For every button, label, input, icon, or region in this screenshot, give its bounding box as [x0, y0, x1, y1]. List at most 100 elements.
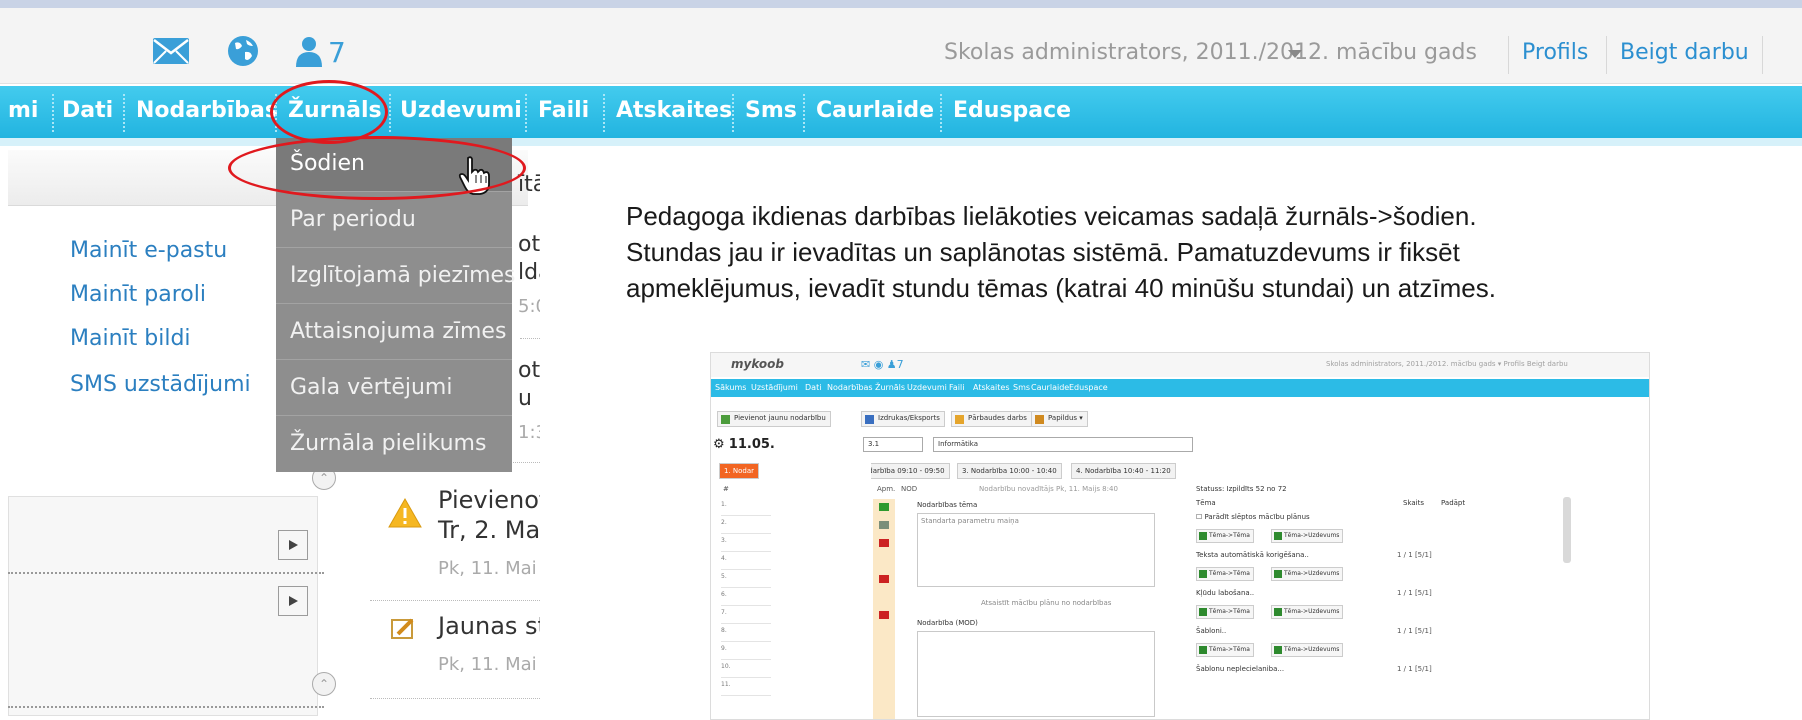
change-password-link[interactable]: Mainīt paroli	[70, 282, 206, 307]
description-line: Stundas jau ir ievadītas un saplānotas s…	[626, 237, 1460, 267]
mini-tema-button: Tēma->Tēma	[1196, 605, 1254, 619]
menu-item-label: Attaisnojuma zīmes	[290, 319, 507, 344]
mini-mark	[879, 503, 889, 511]
menu-item-label: Par periodu	[290, 207, 416, 232]
mini-topic-row: Kļūdu labošana..	[1196, 589, 1255, 597]
menu-item-final-grades[interactable]: Gala vērtējumi	[276, 362, 512, 416]
mini-right-header: Skaits	[1403, 499, 1424, 507]
nav-item-dati[interactable]: Dati	[62, 98, 113, 123]
nav-separator	[803, 94, 805, 132]
play-icon[interactable]	[278, 586, 308, 616]
top-bar: 7 Skolas administrators, 2011./2012. māc…	[0, 8, 1802, 84]
mini-tema-button: Tēma->Uzdevums	[1271, 605, 1344, 619]
description-line: Pedagoga ikdienas darbības lielākoties v…	[626, 201, 1477, 231]
mini-tema-button: Tēma->Uzdevums	[1271, 643, 1344, 657]
collapse-icon[interactable]: ⌃	[312, 672, 336, 696]
mini-mark	[879, 521, 889, 529]
mini-nav-item: Uzstādījumi	[751, 383, 798, 392]
notification-fragment: u C	[518, 386, 540, 411]
mini-plan-link: Atsaistīt mācību plānu no nodarbības	[981, 599, 1112, 607]
mini-topic-box: Standarta parametru maiņa	[917, 513, 1155, 587]
notification-title[interactable]: Pievienot	[438, 486, 540, 514]
user-count-badge[interactable]: 7	[328, 36, 346, 69]
profile-link[interactable]: Profils	[1522, 40, 1588, 65]
nav-item-faili[interactable]: Faili	[538, 98, 589, 123]
mini-nav-item: Sākums	[715, 383, 747, 392]
mini-tema-button: Tēma->Tēma	[1196, 567, 1254, 581]
notification-fragment: ot	[518, 358, 540, 383]
mini-topic-row: Šabloni..	[1196, 627, 1227, 635]
menu-item-student-notes[interactable]: Izglītojamā piezīmes	[276, 250, 516, 304]
mini-right-header: Padāpt	[1441, 499, 1466, 507]
notification-fragment: ot	[518, 232, 540, 257]
nav-item-atskaites[interactable]: Atskaites	[616, 98, 732, 123]
nav-item-sms[interactable]: Sms	[745, 98, 797, 123]
mini-col-header: #	[723, 485, 729, 493]
nav-separator	[732, 94, 734, 132]
nav-item-caurlaide[interactable]: Caurlaide	[816, 98, 934, 123]
mini-nav-item: Caurlaide	[1031, 383, 1070, 392]
mini-test-button: Pārbaudes darbs	[951, 411, 1032, 427]
mini-topic-count: 1 / 1 [5/1]	[1397, 551, 1432, 559]
highlight-ellipse-sodien	[228, 136, 526, 200]
account-role-text[interactable]: Skolas administrators, 2011./2012. mācīb…	[944, 40, 1477, 65]
menu-item-label: Žurnāla pielikums	[290, 431, 487, 456]
mini-col-header: Apm.	[877, 485, 896, 493]
mini-topic-row: Teksta automātiskā korigēšana..	[1196, 551, 1309, 559]
sms-settings-link[interactable]: SMS uzstādījumi	[70, 372, 251, 397]
change-photo-link[interactable]: Mainīt bildi	[70, 326, 191, 351]
divider	[520, 338, 540, 339]
notification-fragment: lda	[518, 260, 540, 285]
mini-tema-button: Tēma->Uzdevums	[1271, 529, 1344, 543]
nav-item-nodarbibas[interactable]: Nodarbības	[136, 98, 278, 123]
mini-lesson-owner: Nodarbību novadītājs Pk, 11. Maijs 8:40	[979, 485, 1118, 493]
user-icon[interactable]	[294, 34, 326, 68]
notification-date: Pk, 11. Mai	[438, 654, 537, 675]
nav-item-uzdevumi[interactable]: Uzdevumi	[400, 98, 522, 123]
mini-nav-item: Dati	[805, 383, 822, 392]
nav-separator	[940, 94, 942, 132]
nav-item-truncated[interactable]: mi	[8, 98, 38, 123]
description-line: apmeklējumus, ievadīt stundu tēmas (katr…	[626, 273, 1496, 303]
mini-nav-item: Sms	[1013, 383, 1031, 392]
notification-date: Pk, 11. Mai	[438, 558, 537, 579]
mini-hw-label: Nodarbība (MOD)	[917, 619, 978, 627]
menu-item-journal-appendix[interactable]: Žurnāla pielikums	[276, 418, 512, 472]
chevron-down-icon[interactable]	[1288, 50, 1302, 58]
mini-show-hidden: ☐ Parādīt slēptos mācību plānus	[1196, 513, 1310, 521]
change-email-link[interactable]: Mainīt e-pastu	[70, 238, 227, 263]
mail-icon[interactable]	[152, 34, 190, 68]
mini-tema-button: Tēma->Tēma	[1196, 643, 1254, 657]
mini-icons: ✉ ◉ ♟7	[861, 358, 904, 371]
mini-mark	[879, 539, 889, 547]
highlight-ellipse-zurnals	[270, 80, 388, 144]
notification-title[interactable]: Jaunas st	[438, 612, 540, 640]
mini-right-header: Tēma	[1196, 499, 1216, 507]
divider	[370, 600, 540, 601]
menu-item-period[interactable]: Par periodu	[276, 194, 512, 248]
play-icon[interactable]	[278, 530, 308, 560]
mini-hw-box	[917, 631, 1155, 717]
divider	[8, 706, 324, 708]
nav-separator	[603, 94, 605, 132]
nav-item-eduspace[interactable]: Eduspace	[953, 98, 1071, 123]
divider	[1508, 36, 1509, 74]
notification-subtitle: Tr, 2. Ma	[438, 516, 540, 544]
logout-link[interactable]: Beigt darbu	[1620, 40, 1749, 65]
mini-tab: 4. Nodarbība 10:40 - 11:20	[1071, 463, 1176, 479]
globe-icon[interactable]	[226, 34, 260, 68]
mini-tab: 3. Nodarbība 10:00 - 10:40	[957, 463, 1062, 479]
nav-separator	[525, 94, 527, 132]
mini-nav-item: Nodarbības	[827, 383, 873, 392]
menu-item-excuse-notes[interactable]: Attaisnojuma zīmes	[276, 306, 512, 360]
divider	[8, 572, 324, 574]
mini-nav-item: Faili	[949, 383, 965, 392]
notification-fragment: 1:3	[518, 422, 540, 443]
mini-nav-item: Uzdevumi	[907, 383, 947, 392]
side-panel	[8, 496, 318, 716]
nav-separator	[123, 94, 125, 132]
mini-nav-item: Atskaites	[973, 383, 1010, 392]
divider	[1606, 36, 1607, 74]
menu-item-label: Izglītojamā piezīmes	[290, 263, 516, 288]
mini-nav: Sākums Uzstādījumi Dati Nodarbības Žurnā…	[711, 379, 1649, 397]
